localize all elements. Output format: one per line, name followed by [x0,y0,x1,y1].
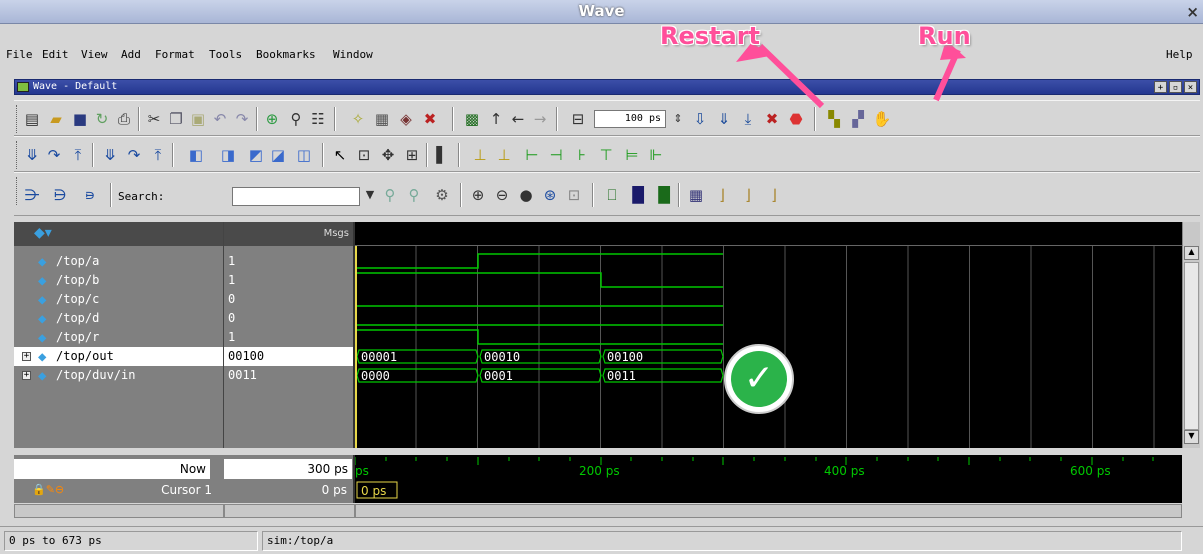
run-annotation: Run [918,22,971,50]
checkmark-icon: ✓ [731,351,787,407]
restart-annotation: Restart [660,22,761,50]
annotation-arrows [736,40,966,109]
checkmark-badge: ✓ [724,344,794,414]
